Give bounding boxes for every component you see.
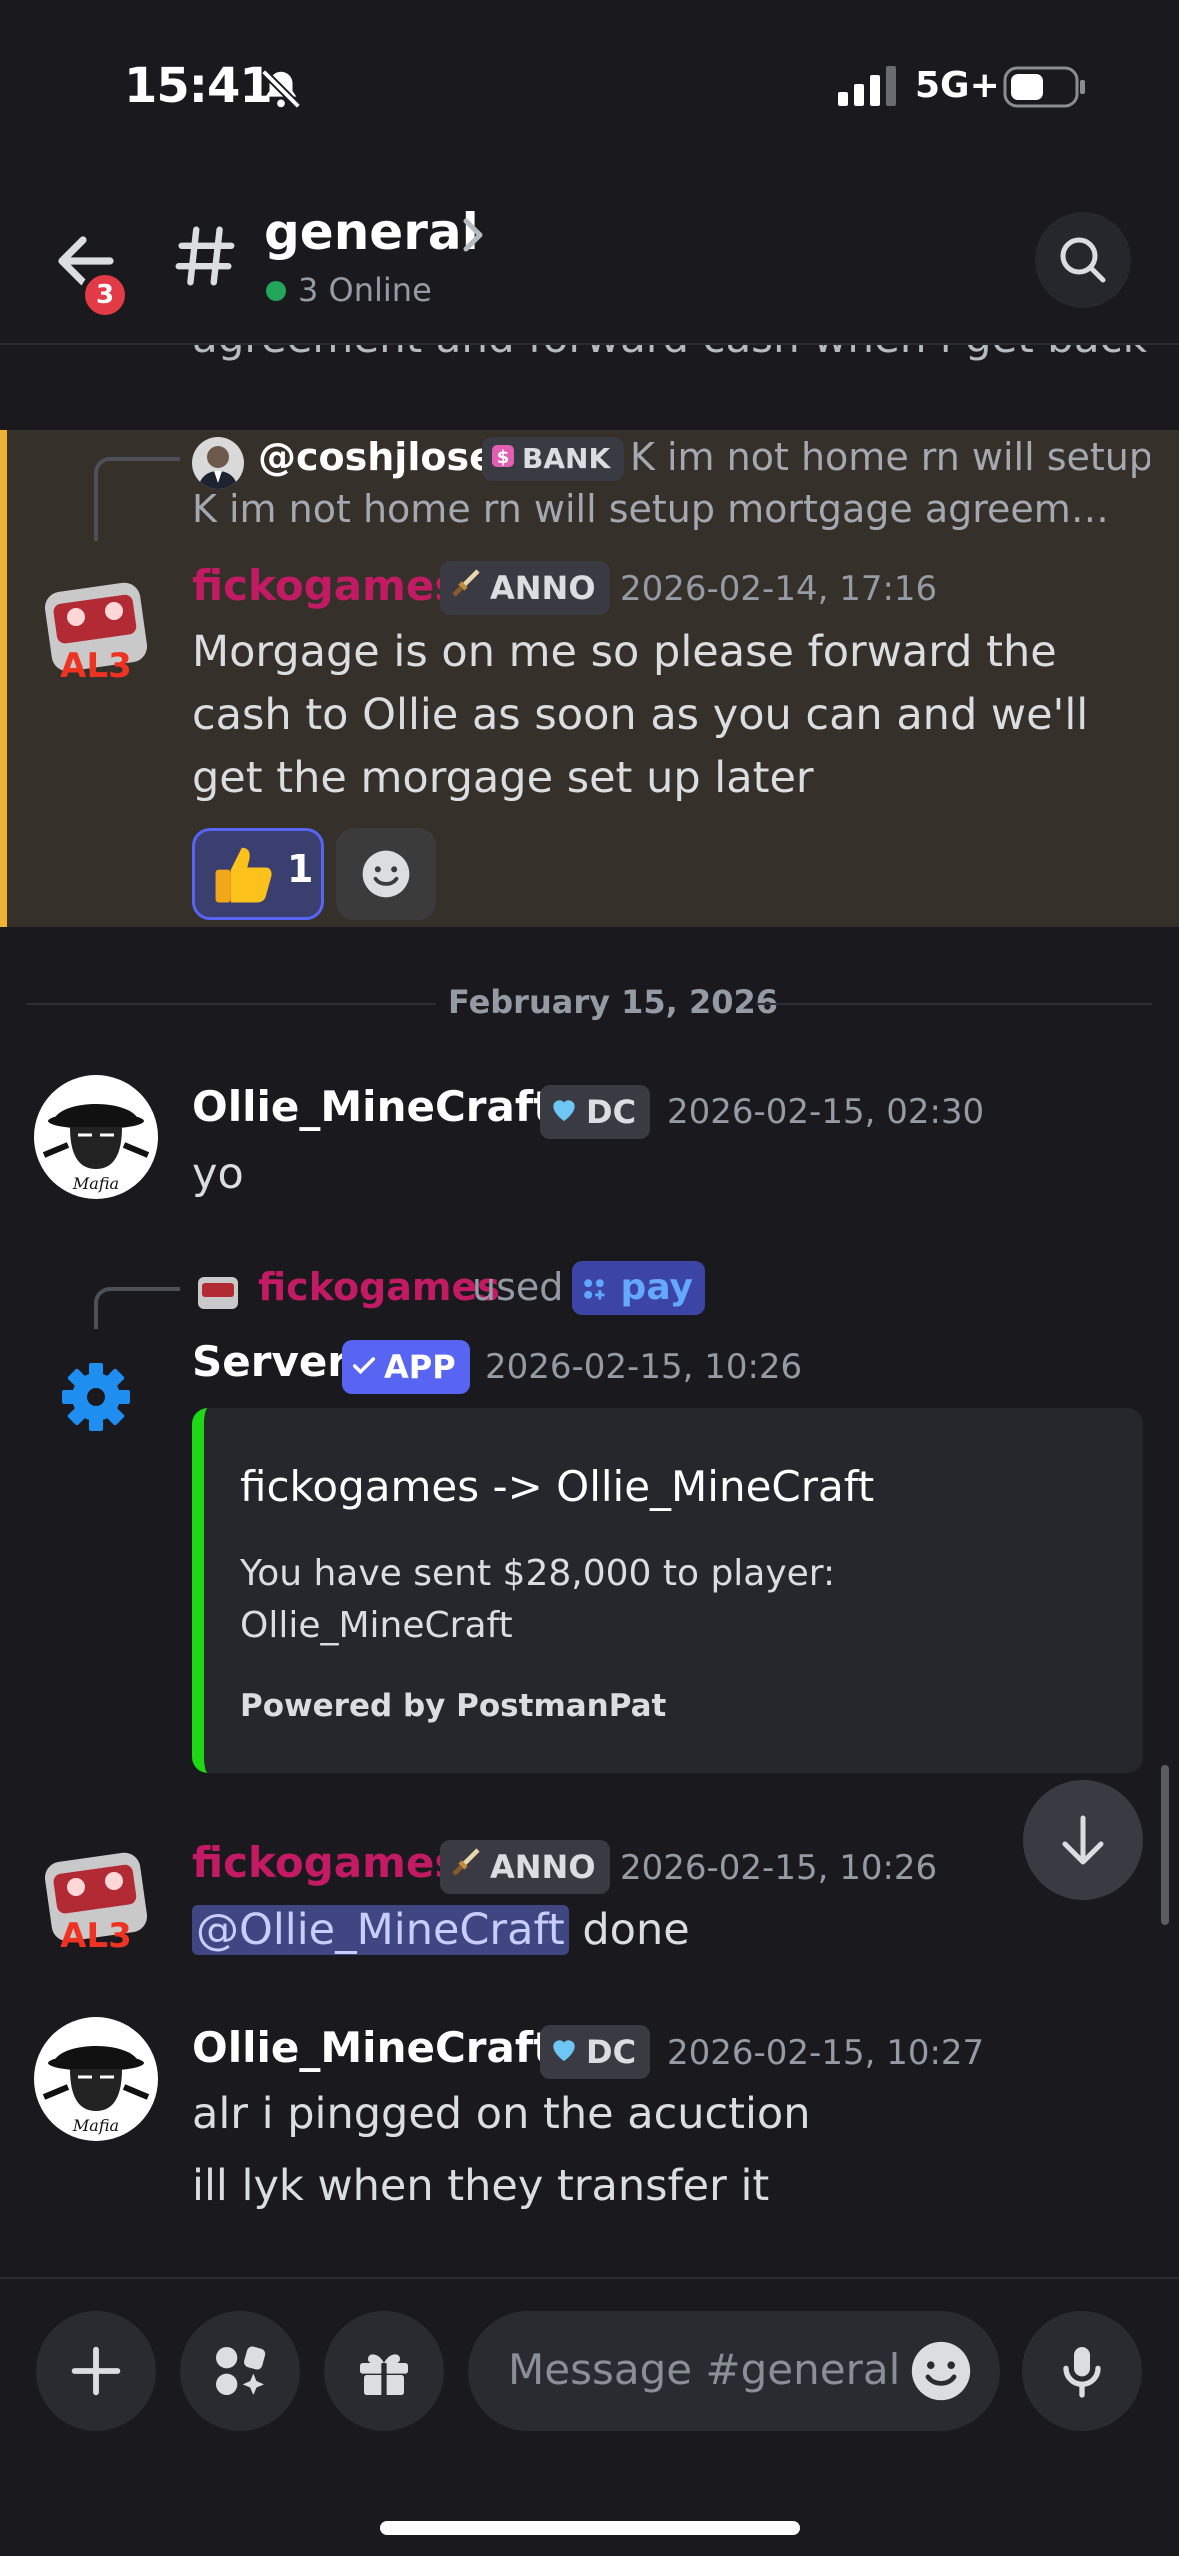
role-tag: ANNO: [440, 561, 610, 615]
message-list[interactable]: agreement and forward cash when i get ba…: [0, 345, 1179, 2280]
gift-button[interactable]: [324, 2311, 444, 2431]
gift-icon: [360, 2354, 408, 2395]
date-divider: February 15, 2026: [448, 983, 778, 1021]
emoji-icon[interactable]: [906, 2336, 976, 2410]
chevron-right-icon[interactable]: [456, 215, 488, 259]
unread-badge: 3: [80, 270, 130, 320]
status-bar: 15:41 5G+: [0, 0, 1179, 175]
app-tag: APP: [342, 1340, 470, 1394]
home-indicator[interactable]: [380, 2521, 800, 2535]
channel-title[interactable]: general: [264, 203, 479, 261]
reply-connector: [94, 457, 180, 541]
role-tag: DC: [540, 2025, 651, 2081]
message-text: yo: [192, 1149, 244, 1199]
role-tag: ANNO: [440, 1840, 610, 1894]
message-time: 2026-02-14, 17:16: [620, 569, 938, 609]
sword-icon: [448, 1842, 484, 1896]
message-time: 2026-02-15, 10:26: [485, 1347, 803, 1387]
avatar-fickogames[interactable]: AL3: [34, 565, 158, 689]
bell-slash-icon: [258, 66, 304, 116]
message-placeholder: Message #general: [508, 2345, 901, 2394]
message-time: 2026-02-15, 10:27: [667, 2033, 985, 2073]
bank-tag-icon: $: [490, 438, 516, 482]
attach-button[interactable]: [36, 2311, 156, 2431]
message-input[interactable]: Message #general: [468, 2311, 1000, 2431]
network-label: 5G+: [915, 65, 1000, 106]
reply-author[interactable]: @coshjlose: [258, 435, 495, 479]
date-divider-line: [756, 1003, 1152, 1005]
used-by-avatar[interactable]: [192, 1267, 244, 1319]
message-text: alr i pingged on the acuction: [192, 2089, 811, 2139]
message-author[interactable]: Server: [192, 1337, 348, 1386]
embed-description: You have sent $28,000 to player: Ollie_M…: [240, 1553, 836, 1646]
user-mention[interactable]: @Ollie_MineCraft: [192, 1905, 569, 1955]
reply-role-tag: $ BANK: [482, 437, 625, 482]
apps-icon: [216, 2346, 266, 2395]
avatar-server[interactable]: [34, 1335, 158, 1459]
heart-icon: [548, 2027, 580, 2081]
avatar-fickogames[interactable]: AL3: [34, 1835, 158, 1959]
date-divider-line: [26, 1003, 436, 1005]
message-time: 2026-02-15, 10:26: [620, 1848, 938, 1888]
embed-footer: Powered by PostmanPat: [240, 1688, 667, 1724]
message-time: 2026-02-15, 02:30: [667, 1092, 985, 1132]
jump-to-bottom-button[interactable]: [1023, 1780, 1143, 1900]
reply-avatar[interactable]: [192, 437, 244, 489]
heart-icon: [548, 1087, 580, 1141]
used-label: used: [472, 1265, 564, 1309]
partial-message-text: agreement and forward cash when i get ba…: [192, 345, 1147, 362]
reply-connector: [94, 1287, 180, 1329]
message-author[interactable]: Ollie_MineCraft: [192, 1082, 553, 1131]
reply-preview[interactable]: K im not home rn will setup mortgage agr…: [192, 487, 1122, 531]
role-tag: DC: [540, 1085, 651, 1141]
plus-icon: [71, 2346, 121, 2396]
svg-text:AL3: AL3: [60, 646, 132, 686]
svg-text:Mafia: Mafia: [72, 1174, 119, 1193]
svg-text:AL3: AL3: [60, 1916, 132, 1956]
reply-preview-line1[interactable]: K im not home rn will setup: [630, 435, 1150, 479]
payment-embed: fickogames -> Ollie_MineCraft You have s…: [192, 1408, 1143, 1773]
reaction-count: 1: [287, 847, 314, 891]
signal-icon: [838, 66, 900, 110]
battery-icon: [1003, 66, 1087, 112]
avatar-ollie[interactable]: Mafia: [34, 2017, 158, 2141]
apps-icon: [580, 1267, 608, 1308]
thumbs-up-icon: [215, 847, 272, 903]
svg-text:Mafia: Mafia: [72, 2116, 119, 2135]
message-composer: Message #general: [0, 2277, 1179, 2556]
add-reaction-button[interactable]: [336, 828, 436, 920]
checkmark-icon: [350, 1342, 378, 1396]
voice-button[interactable]: [1022, 2311, 1142, 2431]
message-author[interactable]: Ollie_MineCraft: [192, 2023, 553, 2072]
search-button[interactable]: [1035, 212, 1131, 308]
message-author[interactable]: fickogames: [192, 561, 459, 610]
apps-button[interactable]: [180, 2311, 300, 2431]
arrow-down-icon: [1062, 1815, 1104, 1865]
status-time: 15:41: [124, 58, 273, 114]
sword-icon: [448, 563, 484, 617]
gear-icon: [62, 1363, 130, 1431]
svg-text:$: $: [497, 447, 510, 468]
message-text: Morgage is on me so please forward the c…: [192, 627, 1089, 803]
message-text: @Ollie_MineCraft done: [192, 1899, 690, 1962]
message-author[interactable]: fickogames: [192, 1838, 459, 1887]
online-count: 3 Online: [298, 271, 432, 309]
channel-header: 3 general 3 Online: [0, 175, 1179, 345]
used-by-name[interactable]: fickogames: [258, 1265, 500, 1309]
search-icon: [1060, 237, 1106, 283]
scrollbar[interactable]: [1161, 1765, 1169, 1925]
add-reaction-icon: [362, 850, 410, 898]
hash-icon: [170, 221, 240, 295]
mic-icon: [1063, 2347, 1101, 2398]
message-text: ill lyk when they transfer it: [192, 2161, 770, 2211]
embed-title: fickogames -> Ollie_MineCraft: [240, 1462, 875, 1511]
avatar-ollie[interactable]: Mafia: [34, 1075, 158, 1199]
reaction-thumbs-up[interactable]: 1: [192, 828, 324, 920]
pay-command-chip[interactable]: pay: [572, 1261, 705, 1315]
online-indicator: [266, 281, 286, 301]
